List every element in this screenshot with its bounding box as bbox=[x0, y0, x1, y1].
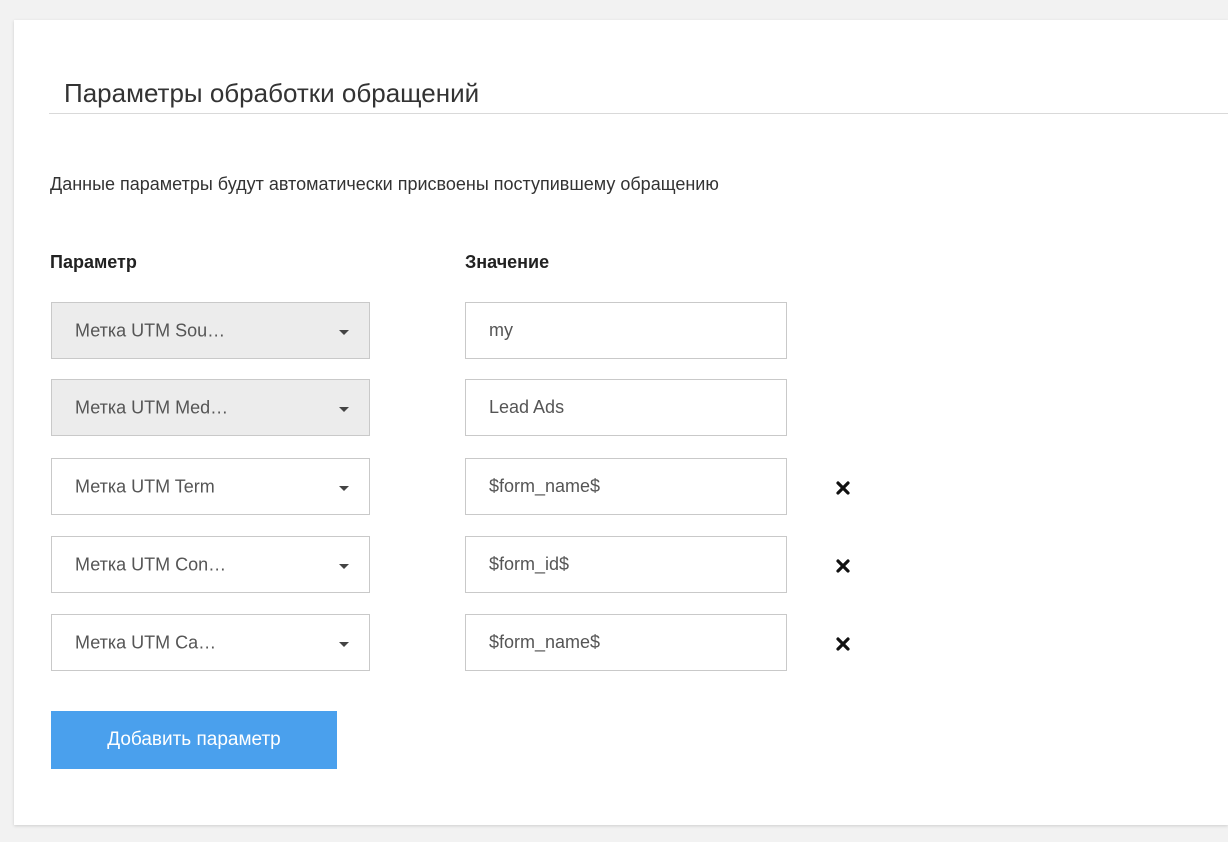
chevron-down-icon bbox=[339, 641, 349, 647]
parameter-row: Метка UTM Med… bbox=[0, 379, 1228, 438]
parameter-select[interactable]: Метка UTM Ca… bbox=[51, 614, 370, 671]
parameter-row: Метка UTM Term bbox=[0, 458, 1228, 517]
value-input[interactable] bbox=[465, 458, 787, 515]
close-icon[interactable] bbox=[832, 477, 854, 499]
parameter-select-label: Метка UTM Ca… bbox=[75, 632, 217, 652]
parameter-select[interactable]: Метка UTM Con… bbox=[51, 536, 370, 593]
parameter-row: Метка UTM Con… bbox=[0, 536, 1228, 595]
panel-description: Данные параметры будут автоматически при… bbox=[50, 174, 719, 194]
add-parameter-button[interactable]: Добавить параметр bbox=[51, 711, 337, 769]
value-input[interactable] bbox=[465, 379, 787, 436]
parameter-select[interactable]: Метка UTM Med… bbox=[51, 379, 370, 436]
panel-title: Параметры обработки обращений bbox=[64, 78, 480, 108]
parameter-row: Метка UTM Ca… bbox=[0, 614, 1228, 673]
value-column-header: Значение bbox=[465, 252, 550, 272]
value-input[interactable] bbox=[465, 536, 787, 593]
title-divider bbox=[49, 113, 1228, 114]
parameter-select-label: Метка UTM Term bbox=[75, 476, 215, 496]
parameter-column-header: Параметр bbox=[50, 252, 137, 272]
parameter-row: Метка UTM Sou… bbox=[0, 302, 1228, 361]
value-input[interactable] bbox=[465, 614, 787, 671]
chevron-down-icon bbox=[339, 329, 349, 335]
chevron-down-icon bbox=[339, 485, 349, 491]
parameter-select-label: Метка UTM Med… bbox=[75, 397, 229, 417]
chevron-down-icon bbox=[339, 406, 349, 412]
chevron-down-icon bbox=[339, 563, 349, 569]
parameter-select[interactable]: Метка UTM Sou… bbox=[51, 302, 370, 359]
parameter-select-label: Метка UTM Sou… bbox=[75, 320, 226, 340]
close-icon[interactable] bbox=[832, 633, 854, 655]
parameter-select[interactable]: Метка UTM Term bbox=[51, 458, 370, 515]
close-icon[interactable] bbox=[832, 555, 854, 577]
value-input[interactable] bbox=[465, 302, 787, 359]
parameter-select-label: Метка UTM Con… bbox=[75, 554, 227, 574]
